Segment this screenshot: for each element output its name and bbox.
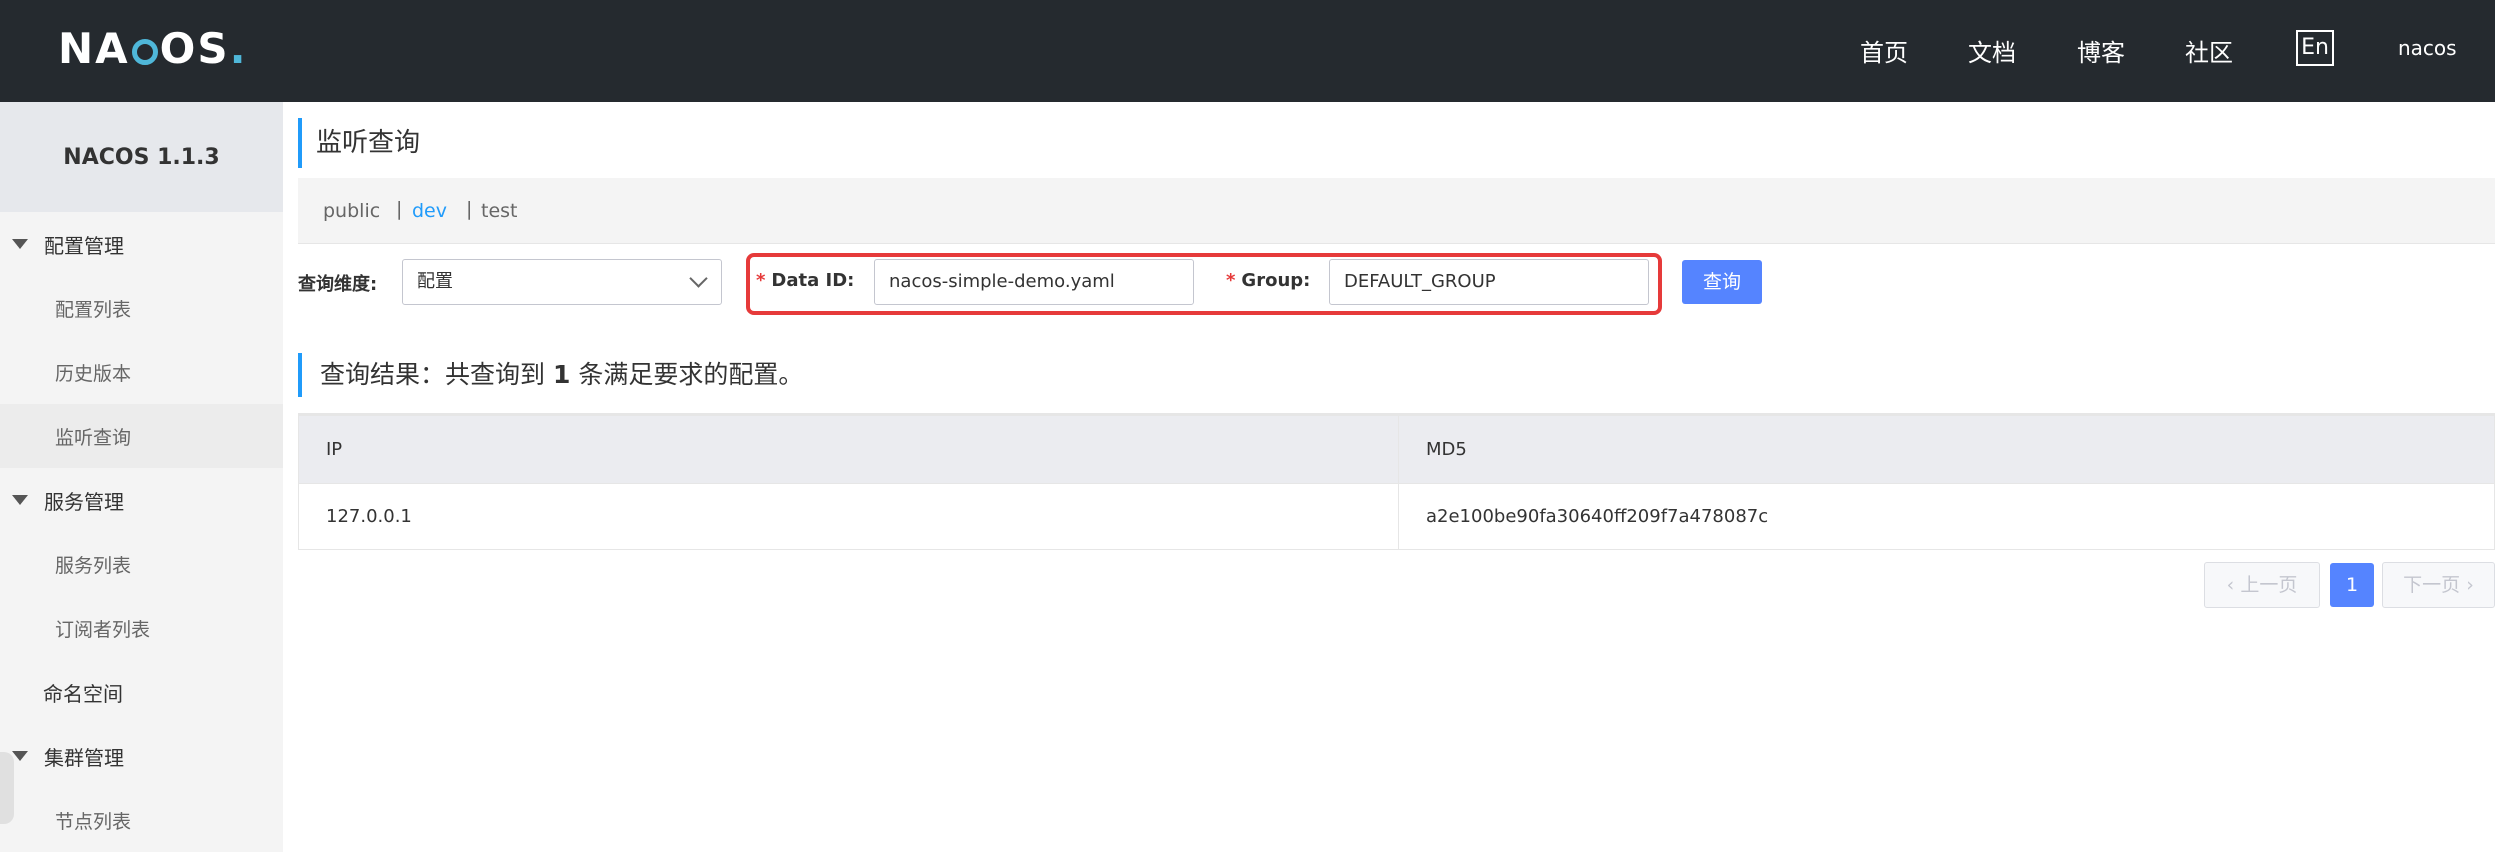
menu-group-cluster[interactable]: 集群管理 — [0, 724, 283, 788]
sidebar-item-config-list[interactable]: 配置列表 — [0, 276, 283, 340]
cell-ip: 127.0.0.1 — [299, 484, 1399, 549]
group-input[interactable]: DEFAULT_GROUP — [1329, 259, 1649, 305]
menu-group-service[interactable]: 服务管理 — [0, 468, 283, 532]
pagination-page-1[interactable]: 1 — [2330, 563, 2374, 607]
pagination-prev-button[interactable]: ‹ 上一页 — [2204, 562, 2320, 608]
user-name[interactable]: nacos — [2398, 36, 2457, 60]
menu-group-config[interactable]: 配置管理 — [0, 212, 283, 276]
caret-down-icon — [12, 495, 28, 505]
namespace-bar: public | dev | test — [298, 178, 2495, 244]
result-summary: 查询结果：共查询到 1 条满足要求的配置。 — [298, 353, 803, 397]
language-toggle[interactable]: En — [2296, 30, 2334, 66]
namespace-test[interactable]: test — [481, 200, 518, 222]
query-dimension-label: 查询维度: — [298, 274, 378, 295]
nav-blog[interactable]: 博客 — [2077, 33, 2125, 68]
top-navbar: NA OS. 首页 文档 博客 社区 En nacos — [0, 0, 2495, 102]
version-label: NACOS 1.1.3 — [0, 102, 283, 212]
query-button[interactable]: 查询 — [1682, 260, 1762, 304]
sidebar-item-service-list[interactable]: 服务列表 — [0, 532, 283, 596]
table-header: IP MD5 — [299, 416, 2494, 483]
pagination-next-button[interactable]: 下一页 › — [2382, 562, 2495, 608]
group-label: * Group: — [1226, 270, 1311, 291]
query-dimension-select[interactable]: 配置 — [402, 259, 722, 305]
sidebar-item-namespace[interactable]: 命名空间 — [0, 660, 283, 724]
nav-home[interactable]: 首页 — [1860, 33, 1908, 68]
namespace-public[interactable]: public — [323, 200, 380, 222]
page-title: 监听查询 — [298, 118, 420, 168]
listener-table: IP MD5 127.0.0.1 a2e100be90fa30640ff209f… — [298, 413, 2495, 550]
nacos-logo[interactable]: NA OS. — [58, 24, 248, 73]
nav-community[interactable]: 社区 — [2185, 33, 2233, 68]
sidebar-item-history[interactable]: 历史版本 — [0, 340, 283, 404]
sidebar: NACOS 1.1.3 配置管理 配置列表 历史版本 监听查询 服务管理 服务列… — [0, 102, 283, 852]
table-row: 127.0.0.1 a2e100be90fa30640ff209f7a47808… — [299, 483, 2494, 549]
sidebar-collapse-handle[interactable] — [0, 752, 14, 824]
namespace-dev[interactable]: dev — [412, 200, 447, 222]
column-header-ip: IP — [299, 416, 1399, 483]
sidebar-item-node-list[interactable]: 节点列表 — [0, 788, 283, 852]
column-header-md5: MD5 — [1426, 439, 1467, 460]
cell-md5: a2e100be90fa30640ff209f7a478087c — [1426, 506, 1769, 527]
caret-down-icon — [12, 239, 28, 249]
nav-docs[interactable]: 文档 — [1968, 33, 2016, 68]
caret-down-icon — [12, 751, 28, 761]
sidebar-item-subscriber-list[interactable]: 订阅者列表 — [0, 596, 283, 660]
data-id-input[interactable]: nacos-simple-demo.yaml — [874, 259, 1194, 305]
namespace-separator: | — [466, 198, 473, 220]
chevron-down-icon — [689, 269, 708, 288]
namespace-separator: | — [396, 198, 403, 220]
logo-circle-icon — [131, 39, 158, 65]
sidebar-item-listener-query[interactable]: 监听查询 — [0, 404, 283, 468]
data-id-label: * Data ID: — [756, 270, 855, 291]
